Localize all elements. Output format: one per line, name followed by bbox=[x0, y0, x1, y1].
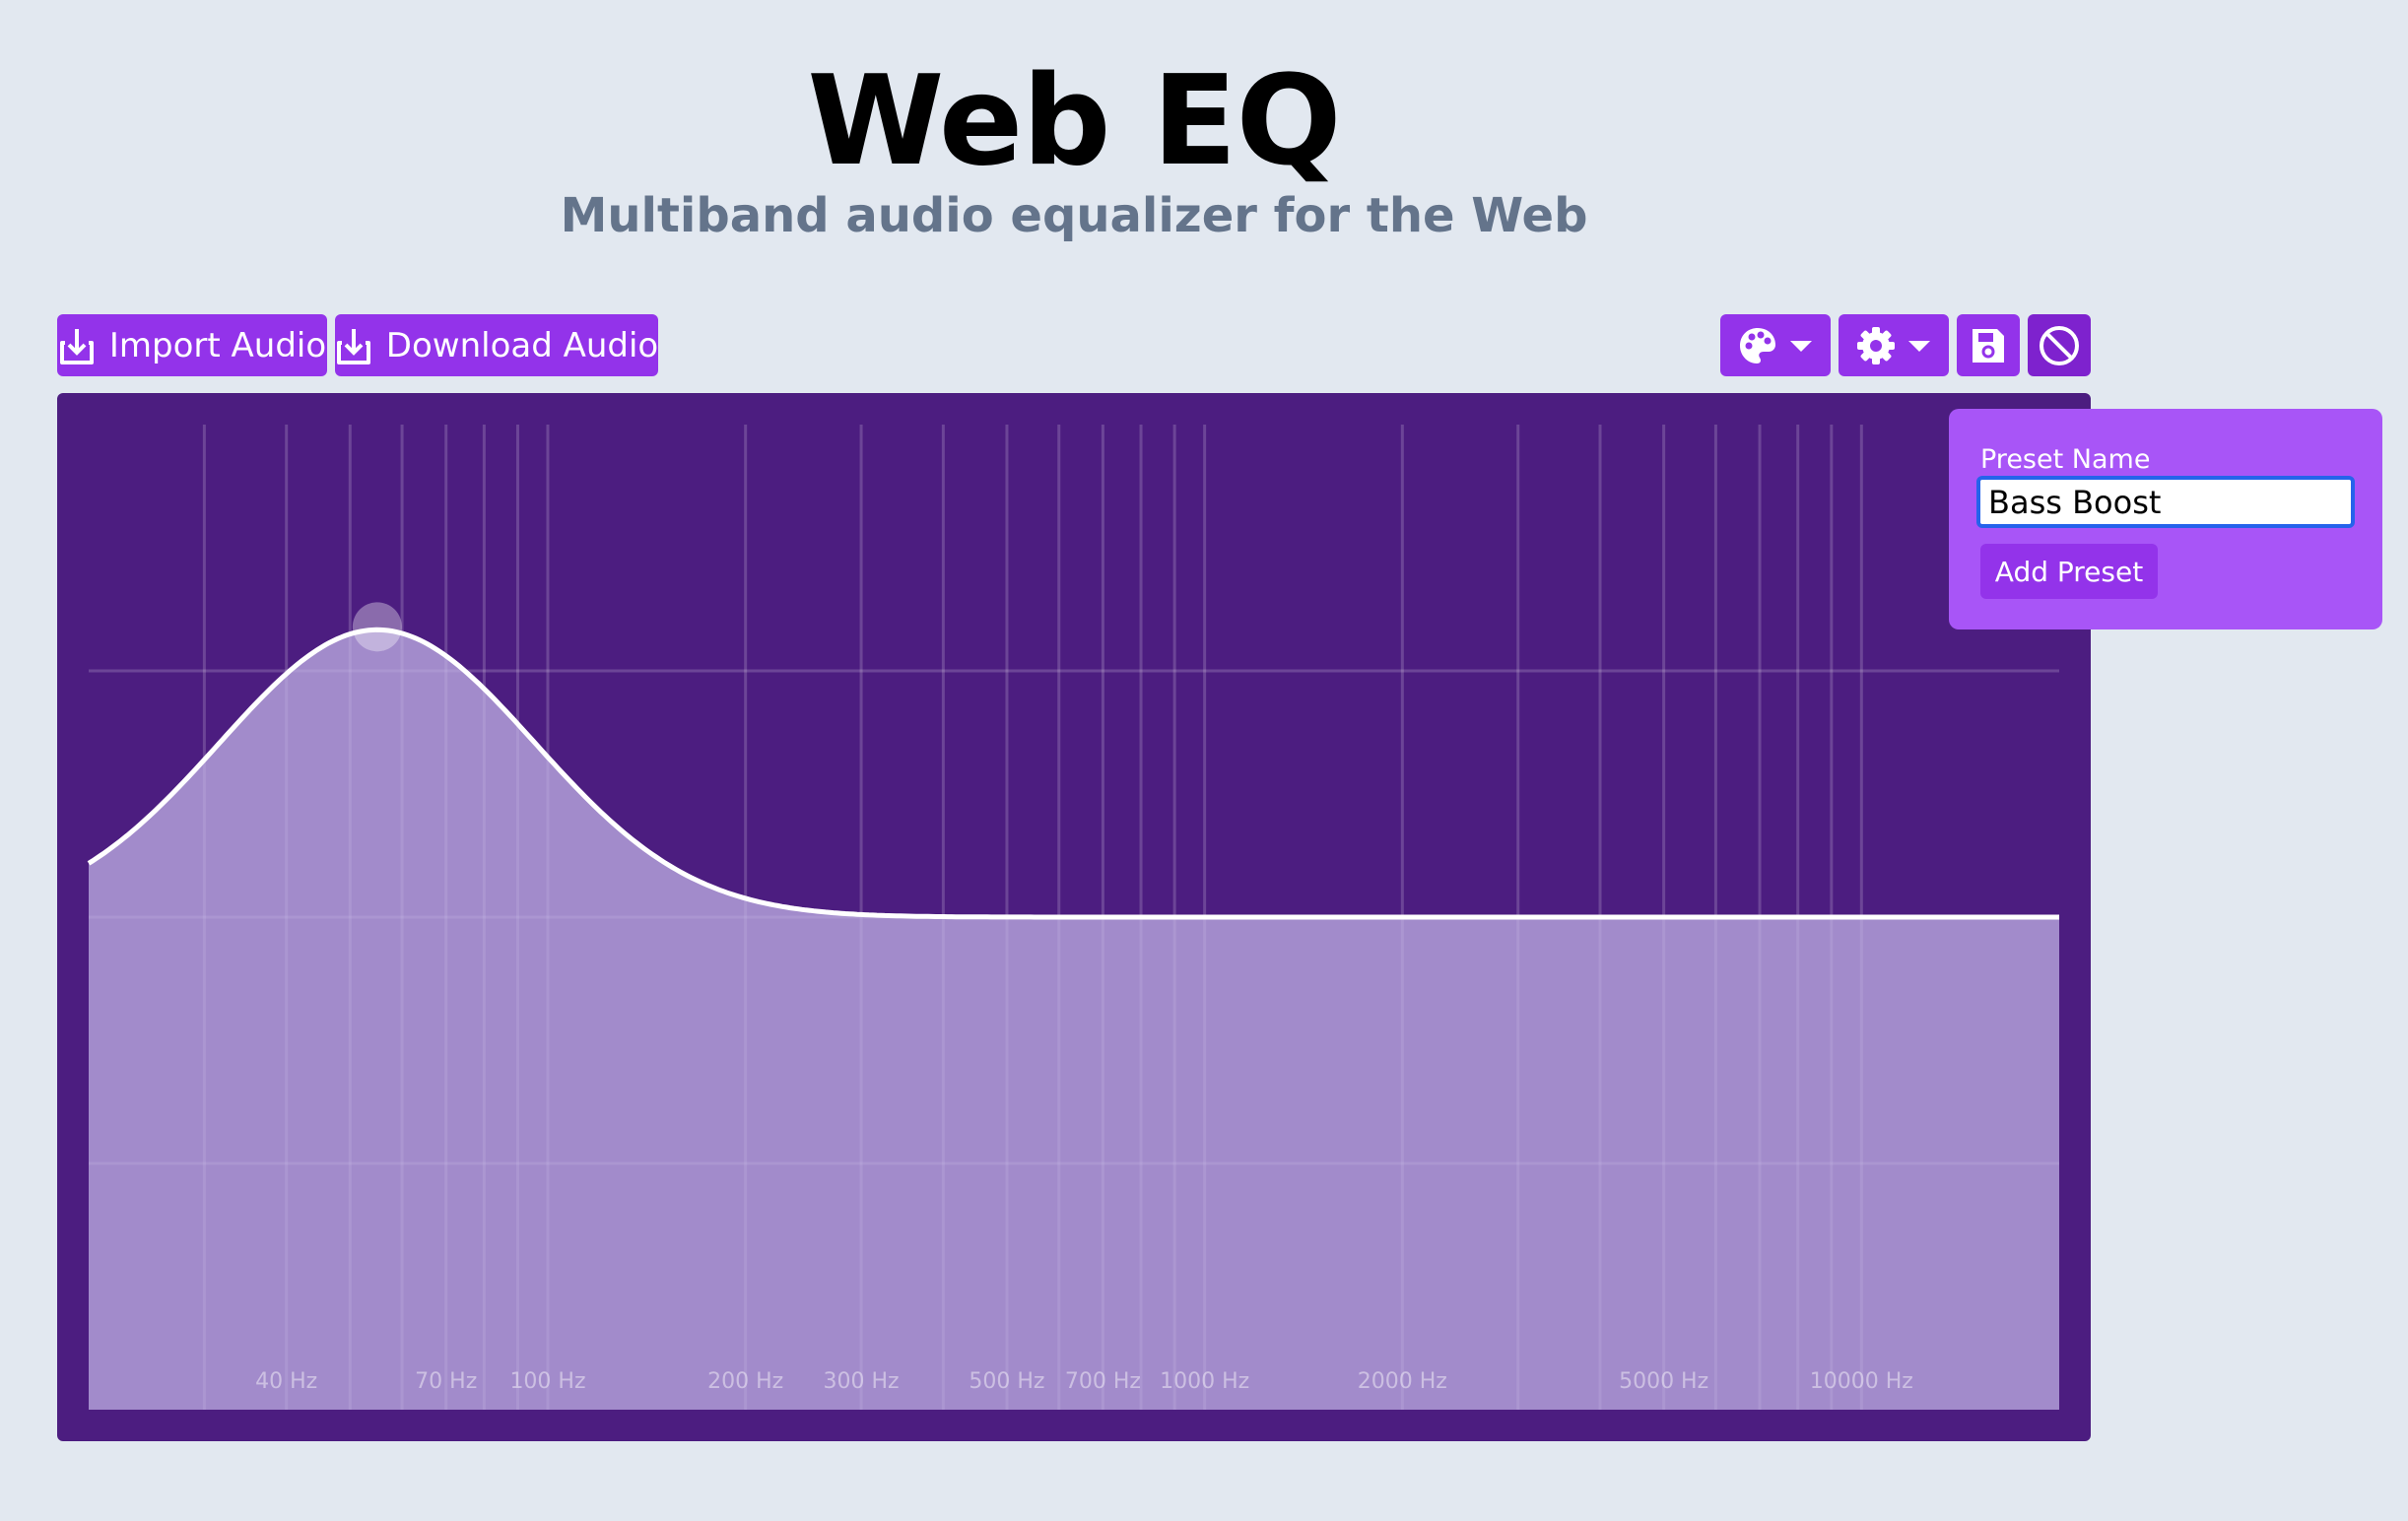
page-subtitle: Multiband audio equalizer for the Web bbox=[560, 188, 1588, 243]
frequency-tick-label: 5000 Hz bbox=[1619, 1369, 1708, 1394]
frequency-tick-label: 10000 Hz bbox=[1810, 1369, 1913, 1394]
download-audio-label: Download Audio bbox=[385, 325, 659, 365]
eq-graph[interactable]: 40 Hz 70 Hz 100 Hz 200 Hz 300 Hz 500 Hz 700 Hz… bbox=[57, 393, 2091, 1441]
preset-name-input[interactable] bbox=[1976, 476, 2355, 528]
frequency-tick-label: 70 Hz bbox=[415, 1369, 477, 1394]
import-icon bbox=[58, 325, 96, 366]
reset-button[interactable] bbox=[2028, 314, 2091, 376]
download-icon bbox=[335, 325, 372, 366]
preset-popover: Preset Name Add Preset bbox=[1949, 409, 2382, 629]
band-handle[interactable] bbox=[352, 602, 402, 652]
frequency-tick-label: 300 Hz bbox=[824, 1369, 900, 1394]
frequency-tick-label: 1000 Hz bbox=[1160, 1369, 1249, 1394]
frequency-tick-label: 200 Hz bbox=[707, 1369, 783, 1394]
eq-graph-canvas: 40 Hz 70 Hz 100 Hz 200 Hz 300 Hz 500 Hz 700 Hz… bbox=[87, 425, 2059, 1410]
theme-palette-button[interactable] bbox=[1720, 314, 1831, 376]
frequency-tick-label: 40 Hz bbox=[255, 1369, 317, 1394]
save-preset-button[interactable] bbox=[1957, 314, 2020, 376]
preset-name-label: Preset Name bbox=[1980, 444, 2151, 475]
settings-button[interactable] bbox=[1839, 314, 1949, 376]
ban-icon bbox=[2038, 324, 2081, 367]
download-audio-button[interactable]: Download Audio bbox=[335, 314, 658, 376]
import-audio-button[interactable]: Import Audio bbox=[57, 314, 327, 376]
frequency-tick-label: 2000 Hz bbox=[1358, 1369, 1447, 1394]
caret-down-icon bbox=[1906, 338, 1932, 354]
eq-response-fill bbox=[89, 629, 2059, 1410]
import-audio-label: Import Audio bbox=[108, 325, 327, 365]
frequency-tick-label: 500 Hz bbox=[969, 1369, 1044, 1394]
palette-icon bbox=[1737, 325, 1778, 366]
frequency-tick-label: 100 Hz bbox=[509, 1369, 585, 1394]
floppy-disk-icon bbox=[1970, 326, 2007, 365]
caret-down-icon bbox=[1788, 338, 1814, 354]
page-title: Web EQ bbox=[807, 48, 1341, 193]
frequency-tick-label: 700 Hz bbox=[1065, 1369, 1141, 1394]
gear-icon bbox=[1855, 325, 1897, 366]
add-preset-button[interactable]: Add Preset bbox=[1980, 544, 2158, 599]
